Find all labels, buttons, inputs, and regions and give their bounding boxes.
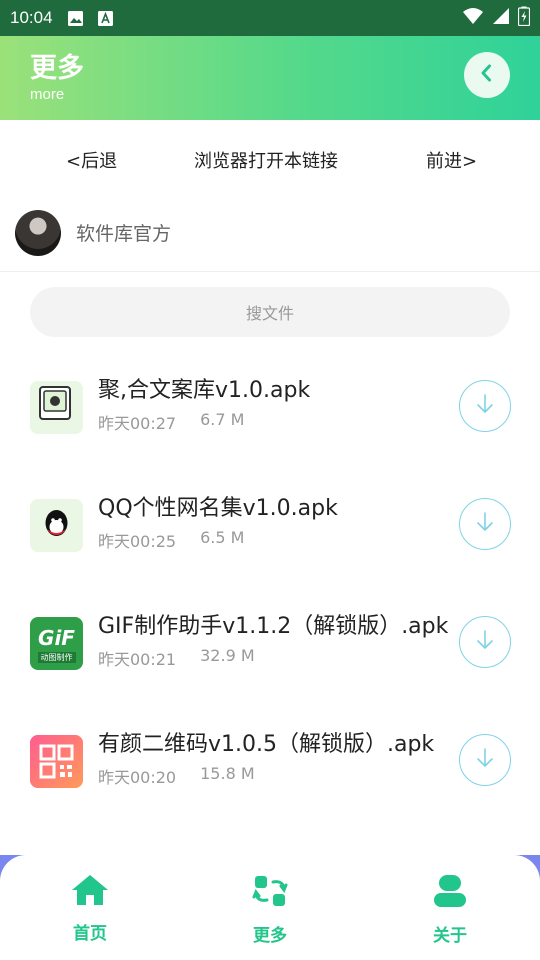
back-button[interactable] — [464, 52, 510, 98]
page-title: 更多 — [30, 53, 84, 84]
file-time: 昨天00:27 — [98, 414, 177, 433]
refresh-swap-icon — [252, 873, 288, 913]
file-item[interactable]: 有颜二维码v1.0.5（解锁版）.apk 昨天00:20 15.8 M — [0, 720, 540, 810]
gif-icon-text: GiF — [38, 626, 75, 650]
app-icon-qq — [30, 499, 83, 552]
chevron-left-icon — [477, 63, 497, 87]
status-time: 10:04 — [10, 8, 53, 27]
tab-home[interactable]: 首页 — [0, 855, 180, 960]
gif-icon-subtext: 动图制作 — [37, 652, 76, 663]
file-size: 6.5 M — [200, 528, 245, 547]
download-button[interactable] — [459, 734, 511, 786]
signal-icon — [492, 7, 510, 30]
download-arrow-icon — [473, 746, 497, 774]
download-button[interactable] — [459, 498, 511, 550]
search-placeholder: 搜文件 — [245, 304, 294, 323]
download-arrow-icon — [473, 628, 497, 656]
user-icon — [432, 873, 468, 913]
browser-forward-button[interactable]: 前进> — [426, 147, 477, 173]
file-name: QQ个性网名集v1.0.apk — [98, 496, 338, 521]
open-in-browser-button[interactable]: 浏览器打开本链接 — [194, 147, 338, 173]
battery-icon — [517, 6, 531, 31]
bottom-nav: 首页 更多 关于 — [0, 855, 540, 960]
tab-about-label: 关于 — [433, 926, 467, 946]
wifi-icon — [462, 7, 484, 30]
tab-more[interactable]: 更多 — [180, 855, 360, 960]
file-name: 有颜二维码v1.0.5（解锁版）.apk — [98, 732, 435, 757]
file-time: 昨天00:21 — [98, 650, 177, 669]
page-subtitle: more — [30, 86, 65, 103]
app-icon-qrcode — [30, 735, 83, 788]
browser-nav: <后退 浏览器打开本链接 前进> — [0, 120, 540, 196]
download-button[interactable] — [459, 380, 511, 432]
file-time: 昨天00:20 — [98, 768, 177, 787]
download-arrow-icon — [473, 510, 497, 538]
tab-about[interactable]: 关于 — [360, 855, 540, 960]
profile-name: 软件库官方 — [76, 223, 172, 245]
tab-more-label: 更多 — [253, 926, 287, 946]
file-item[interactable]: 聚,合文案库v1.0.apk 昨天00:27 6.7 M — [0, 366, 540, 456]
search-input[interactable]: 搜文件 — [30, 287, 510, 337]
file-item[interactable]: QQ个性网名集v1.0.apk 昨天00:25 6.5 M — [0, 484, 540, 574]
file-size: 32.9 M — [200, 646, 255, 665]
image-icon — [67, 9, 85, 27]
avatar — [15, 210, 61, 256]
app-icon-gif: GiF 动图制作 — [30, 617, 83, 670]
download-arrow-icon — [473, 392, 497, 420]
download-button[interactable] — [459, 616, 511, 668]
file-name: GIF制作助手v1.1.2（解锁版）.apk — [98, 614, 449, 639]
profile-row[interactable]: 软件库官方 — [0, 200, 540, 272]
file-time: 昨天00:25 — [98, 532, 177, 551]
status-bar: 10:04 — [0, 0, 540, 36]
browser-back-button[interactable]: <后退 — [66, 147, 117, 173]
tab-home-label: 首页 — [73, 924, 107, 944]
app-icon-wenan — [30, 381, 83, 434]
app-header: 更多 more — [0, 36, 540, 120]
home-icon — [71, 873, 109, 911]
file-name: 聚,合文案库v1.0.apk — [98, 378, 311, 403]
file-size: 6.7 M — [200, 410, 245, 429]
text-a-icon — [97, 9, 115, 27]
file-item[interactable]: GiF 动图制作 GIF制作助手v1.1.2（解锁版）.apk 昨天00:21 … — [0, 602, 540, 692]
file-size: 15.8 M — [200, 764, 255, 783]
